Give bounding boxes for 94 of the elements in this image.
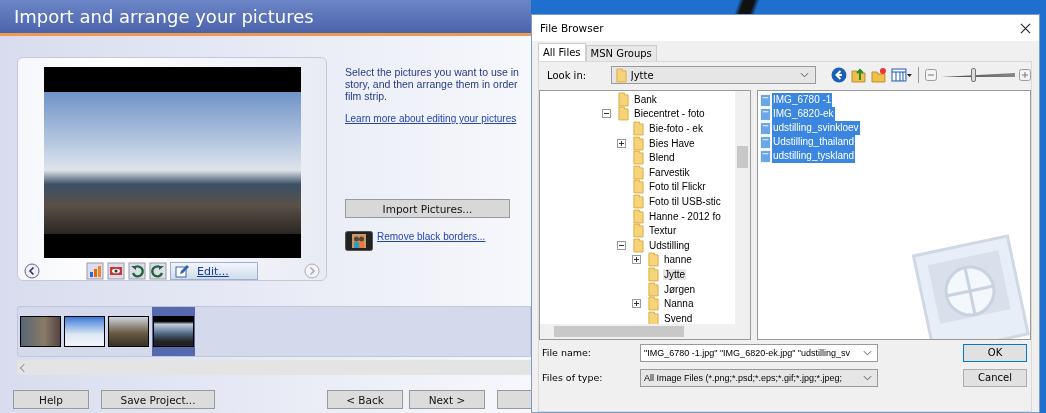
folder-icon: [618, 106, 629, 122]
picture-frame-icon[interactable]: [345, 231, 373, 251]
tab[interactable]: MSN Groups: [585, 45, 657, 61]
tree-item[interactable]: Svend: [663, 312, 694, 324]
wizard-button[interactable]: Help: [13, 390, 89, 409]
folder-up-icon[interactable]: [850, 67, 867, 83]
back-icon[interactable]: [830, 67, 847, 83]
expander-icon[interactable]: [617, 138, 626, 148]
rotate-left-icon[interactable]: [128, 262, 146, 280]
file-name-field[interactable]: "IMG_6780 -1.jpg" "IMG_6820-ek.jpg" "udstilling_sv: [640, 343, 878, 362]
chevron-down-icon: [863, 374, 872, 381]
vertical-scrollbar[interactable]: [735, 91, 750, 324]
wizard-button[interactable]: Next >: [409, 390, 485, 409]
learn-more-link[interactable]: Learn more about editing your pictures: [345, 113, 517, 124]
rotate-right-icon[interactable]: [149, 262, 167, 280]
file-item[interactable]: udstilling_tyskland: [772, 149, 856, 163]
import-pictures-button[interactable]: Import Pictures...: [345, 199, 510, 218]
folder-icon: [648, 281, 659, 297]
instructions-text: Select the pictures you want to use in story, and then arrange them in order film strip.: [345, 66, 520, 102]
file-type-dropdown[interactable]: All Image Files (*.png;*.psd;*.eps;*.gif;*.jpg;*.jpeg;: [640, 368, 878, 387]
tab[interactable]: All Files: [538, 43, 586, 61]
dialog-title: File Browser: [540, 22, 604, 34]
folder-icon: [633, 193, 644, 209]
folder-icon: [633, 135, 644, 151]
tree-item[interactable]: Bie-foto - ek: [648, 123, 704, 134]
folder-icon: [648, 296, 659, 312]
folder-icon: [633, 223, 644, 239]
tree-item[interactable]: Foto til Flickr: [648, 181, 707, 193]
image-file-icon: [760, 135, 771, 149]
folder-icon: [633, 150, 644, 166]
zoom-in-icon[interactable]: [1019, 69, 1031, 81]
remove-borders-link[interactable]: Remove black borders...: [377, 231, 486, 242]
wizard-button[interactable]: Save Project...: [101, 390, 215, 409]
slider-thumb[interactable]: [971, 68, 977, 82]
folder-icon: [633, 237, 644, 253]
chevron-down-icon: [799, 72, 809, 78]
file-item[interactable]: IMG_6780 -1: [772, 93, 833, 107]
film-strip-thumbnail[interactable]: [152, 307, 195, 356]
photo-placeholder: [64, 316, 105, 347]
chevron-down-icon: [863, 349, 872, 356]
new-folder-icon[interactable]: [870, 67, 887, 83]
tree-item[interactable]: Bies Have: [648, 137, 696, 149]
file-type-label: Files of type:: [542, 372, 604, 383]
expander-icon[interactable]: [617, 240, 626, 250]
file-name-label: File name:: [542, 347, 593, 358]
tree-item[interactable]: Nanna: [663, 298, 695, 310]
previous-icon[interactable]: [24, 263, 40, 279]
tree-item[interactable]: Farvestik: [648, 166, 691, 178]
tree-item[interactable]: Foto til USB-stic: [648, 195, 722, 207]
folder-icon: [633, 164, 644, 180]
folder-icon: [633, 121, 644, 136]
wizard-button[interactable]: < Back: [327, 390, 403, 409]
tree-item[interactable]: hanne: [663, 254, 693, 266]
window-title: Import and arrange your pictures: [14, 6, 314, 27]
folder-icon: [615, 67, 627, 83]
horizontal-scrollbar[interactable]: [17, 360, 531, 375]
folder-icon: [618, 91, 629, 107]
image-file-icon: [760, 149, 771, 163]
pencil-icon: [175, 264, 189, 278]
expander-icon[interactable]: [632, 255, 641, 265]
ok-button[interactable]: OK: [963, 343, 1027, 362]
bar-chart-icon[interactable]: [86, 262, 104, 280]
file-item[interactable]: IMG_6820-ek: [772, 107, 835, 121]
tree-item[interactable]: Jytte: [663, 268, 687, 280]
folder-icon: [648, 310, 659, 326]
horizontal-scrollbar[interactable]: [540, 324, 750, 339]
close-icon[interactable]: [1020, 22, 1031, 34]
photo-placeholder: [153, 316, 194, 347]
tree-item[interactable]: Textur: [648, 225, 678, 237]
tree-item[interactable]: Hanne - 2012 fo: [648, 210, 722, 222]
look-in-label: Look in:: [547, 69, 588, 81]
eye-icon[interactable]: [107, 262, 125, 280]
photo-placeholder: [108, 316, 149, 347]
tree-item[interactable]: Udstilling: [648, 239, 691, 251]
look-in-dropdown[interactable]: Jytte: [610, 66, 816, 84]
tree-item[interactable]: Bank: [633, 93, 658, 105]
tree-item[interactable]: Blend: [648, 152, 676, 164]
view-menu-icon[interactable]: [890, 67, 913, 83]
image-file-icon: [760, 93, 771, 107]
folder-icon: [633, 179, 644, 195]
tree-item[interactable]: Jørgen: [663, 283, 697, 295]
photo-placeholder: [20, 316, 61, 347]
edit-button[interactable]: Edit...: [170, 262, 258, 280]
file-item[interactable]: Udstilling_thailand: [772, 135, 856, 149]
file-item[interactable]: udstilling_svinkloev: [772, 121, 860, 135]
cancel-button[interactable]: Cancel: [963, 368, 1027, 387]
tree-item[interactable]: Biecentret - foto: [633, 108, 706, 120]
expander-icon[interactable]: [602, 109, 611, 119]
folder-icon: [633, 208, 644, 224]
expander-icon[interactable]: [632, 299, 641, 309]
folder-icon: [648, 266, 659, 282]
folder-icon: [648, 252, 659, 268]
image-file-icon: [760, 121, 771, 135]
image-file-icon: [760, 107, 771, 121]
